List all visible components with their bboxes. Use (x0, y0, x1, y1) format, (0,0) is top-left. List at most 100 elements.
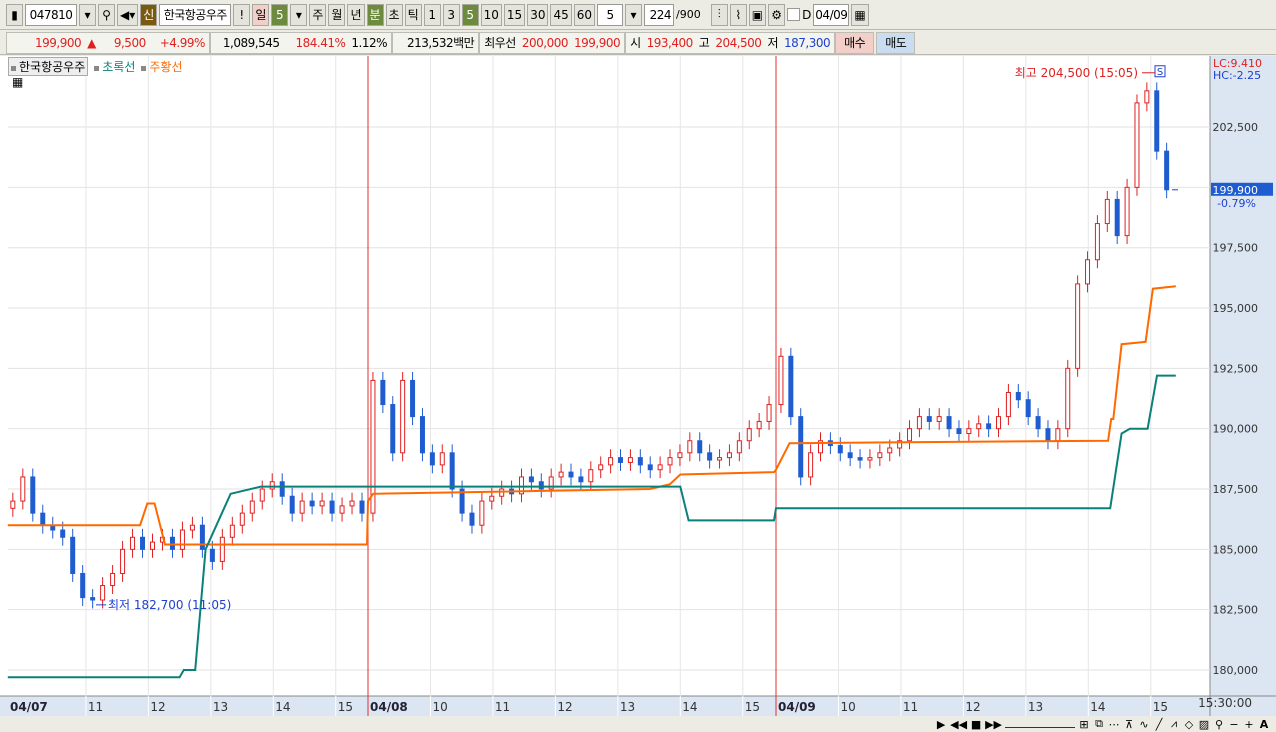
x-day-label: 04/08 (370, 700, 408, 714)
line-icon[interactable]: ╱ (1153, 718, 1165, 731)
candle (637, 457, 643, 466)
magnifier-icon[interactable]: ⚲ (1213, 718, 1225, 731)
zoom-in-icon[interactable]: + (1243, 718, 1255, 731)
best-label: 최우선 (484, 36, 516, 50)
candle (956, 428, 962, 435)
minute-15[interactable]: 15 (503, 3, 526, 26)
wave-icon[interactable]: ⩘ (1168, 717, 1180, 731)
stock-code-input[interactable]: 047810 (25, 3, 77, 26)
date-input[interactable]: 04/09 (813, 3, 850, 26)
last-price-label: 199,900 (1213, 184, 1259, 197)
high-annotation: 최고 204,500 (15:05) (1015, 66, 1138, 80)
period-month[interactable]: 월 (328, 3, 346, 26)
table-icon[interactable]: ▦ (12, 75, 23, 89)
stock-name[interactable]: 한국항공우주 (159, 3, 232, 26)
candle (1075, 283, 1081, 369)
candle (867, 457, 873, 461)
candle (469, 512, 475, 526)
y-tick-label: 197,500 (1213, 242, 1259, 255)
alert-button[interactable]: ! (233, 3, 251, 26)
rewind-icon[interactable]: ◀◀ (950, 718, 967, 731)
crosshair-icon[interactable]: ⊼ (1123, 718, 1135, 731)
legend-green[interactable]: 초록선 (94, 58, 135, 75)
candle (90, 597, 96, 601)
candlestick-chart[interactable]: 180,000 182,500 185,000 187,500 190,000 192,5… (0, 56, 1276, 716)
period-dropdown-icon[interactable]: ▾ (290, 3, 308, 26)
grid-icon[interactable]: ⋯ (1108, 718, 1120, 731)
candle (279, 481, 285, 497)
period-day-value[interactable]: 5 (271, 3, 289, 26)
period-year[interactable]: 년 (347, 3, 365, 26)
interval-dropdown-icon[interactable]: ▾ (625, 3, 643, 26)
zoom-slider[interactable] (1005, 720, 1075, 728)
candle (449, 452, 455, 490)
d-checkbox[interactable] (787, 8, 801, 21)
gear-icon[interactable]: ⚙ (768, 3, 786, 26)
amount: 213,532백만 (407, 36, 475, 50)
high-label: 고 (698, 36, 710, 50)
legend: 한국항공우주 초록선 주황선 (8, 57, 183, 76)
x-tick-label: 15 (745, 700, 760, 714)
minute-45[interactable]: 45 (550, 3, 572, 26)
time-axis (0, 696, 1276, 716)
minute-1[interactable]: 1 (423, 3, 441, 26)
chart-area[interactable]: 180,000 182,500 185,000 187,500 190,000 192,5… (0, 56, 1276, 716)
candle (778, 355, 784, 406)
split-icon[interactable]: ⊞ (1078, 718, 1090, 731)
play-icon[interactable]: ▶ (935, 718, 947, 731)
period-day-button[interactable]: 일 (252, 3, 270, 26)
legend-main[interactable]: 한국항공우주 (8, 57, 89, 76)
stop-icon[interactable]: ■ (970, 718, 982, 731)
legend-orange[interactable]: 주황선 (141, 58, 183, 75)
candle (598, 464, 604, 471)
buy-button[interactable]: 매수 (835, 31, 875, 54)
search-icon[interactable]: ⚲ (98, 3, 115, 26)
period-minute[interactable]: 분 (366, 3, 384, 26)
chart-icon[interactable]: ▨ (1198, 718, 1210, 731)
interval-select[interactable]: 5 (597, 3, 624, 26)
candle (976, 423, 982, 430)
font-icon[interactable]: A (1258, 718, 1270, 731)
sound-icon[interactable]: ◀▾ (117, 3, 139, 26)
candle (717, 457, 723, 461)
x-tick-label: 14 (275, 700, 290, 714)
x-tick-label: 12 (557, 700, 572, 714)
calendar-icon[interactable]: ▦ (851, 3, 869, 26)
count-input[interactable]: 224 (644, 3, 675, 26)
candle (746, 428, 752, 442)
candle (996, 416, 1002, 430)
minute-60[interactable]: 60 (573, 3, 596, 26)
candle (429, 452, 435, 466)
sell-button[interactable]: 매도 (876, 31, 916, 54)
minute-10[interactable]: 10 (480, 3, 502, 26)
candle (150, 541, 156, 550)
candle (219, 536, 225, 562)
candle (1015, 391, 1021, 401)
overlay-icon[interactable]: ⧉ (1093, 717, 1105, 731)
code-dropdown-icon[interactable]: ▾ (79, 3, 96, 26)
period-tick[interactable]: 틱 (404, 3, 422, 26)
price-axis (1210, 56, 1276, 716)
minute-5[interactable]: 5 (461, 3, 479, 26)
candle (926, 416, 932, 422)
candle (707, 452, 713, 461)
candle-add-icon[interactable]: ⫶ (710, 3, 728, 26)
trend-icon[interactable]: ∿ (1138, 718, 1150, 731)
fast-forward-icon[interactable]: ▶▶ (985, 718, 1002, 731)
line-add-icon[interactable]: ⌇ (729, 3, 747, 26)
eraser-icon[interactable]: ◇ (1183, 718, 1195, 731)
new-badge[interactable]: 신 (140, 3, 158, 26)
legend-main-label: 한국항공우주 (19, 60, 86, 74)
volume-cell: 1,089,545 184.41% 1.12% (209, 31, 392, 54)
zoom-out-icon[interactable]: − (1228, 718, 1240, 731)
minute-30[interactable]: 30 (527, 3, 549, 26)
minute-3[interactable]: 3 (442, 3, 460, 26)
layout-icon[interactable]: ▮ (6, 3, 23, 26)
candle (847, 452, 853, 459)
x-tick-label: 12 (150, 700, 165, 714)
x-tick-label: 13 (1028, 700, 1043, 714)
period-second[interactable]: 초 (385, 3, 403, 26)
candle (1134, 102, 1140, 188)
save-icon[interactable]: ▣ (748, 3, 767, 26)
period-week[interactable]: 주 (309, 3, 327, 26)
